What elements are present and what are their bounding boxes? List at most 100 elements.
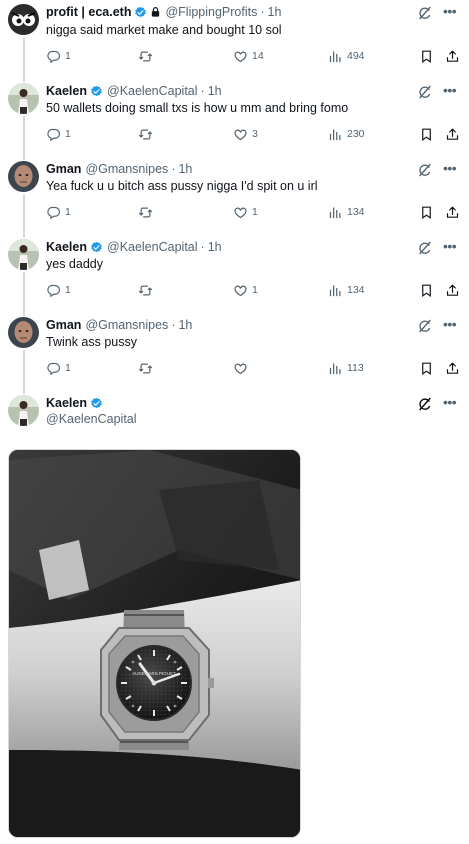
like-button[interactable]: 14 [233, 48, 264, 64]
views-count: 134 [347, 206, 365, 218]
display-name[interactable]: Kaelen [46, 396, 87, 410]
reply-count: 1 [65, 206, 71, 218]
heart-icon [233, 127, 248, 142]
handle[interactable]: @KaelenCapital [46, 412, 137, 426]
tweet-header: profit | eca.eth @FlippingProfits · 1h [46, 3, 281, 21]
views-button[interactable]: 230 [328, 126, 365, 142]
display-name[interactable]: Gman [46, 162, 81, 176]
share-icon [445, 361, 460, 376]
timestamp[interactable]: 1h [208, 84, 222, 98]
tweet-top-icons: ••• [411, 239, 469, 257]
bookmark-icon [419, 361, 434, 376]
views-count: 230 [347, 128, 365, 140]
display-name[interactable]: profit | eca.eth [46, 5, 131, 19]
display-name[interactable]: Kaelen [46, 240, 87, 254]
display-name[interactable]: Kaelen [46, 84, 87, 98]
tweet-media-image[interactable]: AUDEMARS PIGUET [8, 449, 301, 838]
retweet-button[interactable] [138, 282, 157, 298]
like-button[interactable]: 1 [233, 282, 258, 298]
share-icon [445, 283, 460, 298]
reply-button[interactable]: 1 [46, 282, 71, 298]
views-button[interactable]: 113 [328, 360, 364, 376]
tweet[interactable]: profit | eca.eth @FlippingProfits · 1h •… [0, 2, 469, 72]
more-icon[interactable]: ••• [443, 4, 461, 22]
reply-button[interactable]: 1 [46, 48, 71, 64]
retweet-button[interactable] [138, 48, 157, 64]
reply-count: 1 [65, 362, 71, 374]
grok-icon[interactable] [417, 240, 433, 256]
bookmark-icon [419, 205, 434, 220]
views-button[interactable]: 134 [328, 282, 365, 298]
retweet-button[interactable] [138, 204, 157, 220]
reply-button[interactable]: 1 [46, 204, 71, 220]
share-button[interactable] [445, 360, 464, 376]
bookmark-button[interactable] [419, 360, 438, 376]
views-count: 134 [347, 284, 365, 296]
avatar[interactable] [8, 317, 39, 348]
handle[interactable]: @Gmansnipes [85, 318, 168, 332]
handle[interactable]: @KaelenCapital [107, 240, 198, 254]
tweet[interactable]: Kaelen @KaelenCapital · 1h ••• 50 wallet… [0, 81, 469, 151]
tweet[interactable]: Kaelen @KaelenCapital · 1h ••• yes daddy… [0, 237, 469, 307]
grok-icon[interactable] [417, 5, 433, 21]
share-button[interactable] [445, 126, 464, 142]
reply-icon [46, 283, 61, 298]
tweet-text: nigga said market make and bought 10 sol [46, 23, 282, 37]
separator: · [171, 162, 176, 176]
timestamp[interactable]: 1h [268, 5, 282, 19]
like-button[interactable]: 3 [233, 126, 258, 142]
like-button[interactable] [233, 360, 252, 376]
bookmark-button[interactable] [419, 48, 438, 64]
grok-icon[interactable] [417, 162, 433, 178]
retweet-button[interactable] [138, 126, 157, 142]
more-icon[interactable]: ••• [443, 239, 461, 257]
handle[interactable]: @FlippingProfits [165, 5, 257, 19]
tweet-top-icons: ••• [411, 161, 469, 179]
retweet-icon [138, 205, 153, 220]
bookmark-button[interactable] [419, 204, 438, 220]
timestamp[interactable]: 1h [208, 240, 222, 254]
share-button[interactable] [445, 204, 464, 220]
grok-icon[interactable] [417, 396, 433, 412]
share-button[interactable] [445, 282, 464, 298]
more-icon[interactable]: ••• [443, 161, 461, 179]
more-icon[interactable]: ••• [443, 317, 461, 335]
views-count: 113 [347, 362, 364, 374]
grok-icon[interactable] [417, 84, 433, 100]
timestamp[interactable]: 1h [178, 318, 192, 332]
handle[interactable]: @Gmansnipes [85, 162, 168, 176]
like-button[interactable]: 1 [233, 204, 258, 220]
handle[interactable]: @KaelenCapital [107, 84, 198, 98]
tweet-header: Kaelen @KaelenCapital · 1h [46, 82, 222, 100]
tweet-top-icons: ••• [411, 395, 469, 413]
lock-icon [150, 6, 161, 18]
tweet-header: Kaelen @KaelenCapital · 1h [46, 238, 222, 256]
action-bar: 1 1 134 [46, 204, 464, 220]
tweet-top-icons: ••• [411, 4, 469, 22]
bookmark-button[interactable] [419, 282, 438, 298]
reply-count: 1 [65, 284, 71, 296]
views-icon [328, 49, 343, 64]
watch-brand-text: AUDEMARS PIGUET [132, 671, 176, 676]
avatar[interactable] [8, 83, 39, 114]
tweet[interactable]: Gman @Gmansnipes · 1h ••• Yea fuck u u b… [0, 159, 469, 229]
avatar[interactable] [8, 4, 39, 35]
display-name[interactable]: Gman [46, 318, 81, 332]
views-button[interactable]: 494 [328, 48, 365, 64]
views-button[interactable]: 134 [328, 204, 365, 220]
share-button[interactable] [445, 48, 464, 64]
bookmark-button[interactable] [419, 126, 438, 142]
avatar[interactable] [8, 395, 39, 426]
tweet[interactable]: Gman @Gmansnipes · 1h ••• Twink ass puss… [0, 315, 469, 385]
grok-icon[interactable] [417, 318, 433, 334]
more-icon[interactable]: ••• [443, 395, 461, 413]
avatar[interactable] [8, 239, 39, 270]
heart-icon [233, 205, 248, 220]
avatar[interactable] [8, 161, 39, 192]
reply-button[interactable]: 1 [46, 360, 71, 376]
retweet-button[interactable] [138, 360, 157, 376]
more-icon[interactable]: ••• [443, 83, 461, 101]
reply-button[interactable]: 1 [46, 126, 71, 142]
separator: · [200, 84, 205, 98]
timestamp[interactable]: 1h [178, 162, 192, 176]
